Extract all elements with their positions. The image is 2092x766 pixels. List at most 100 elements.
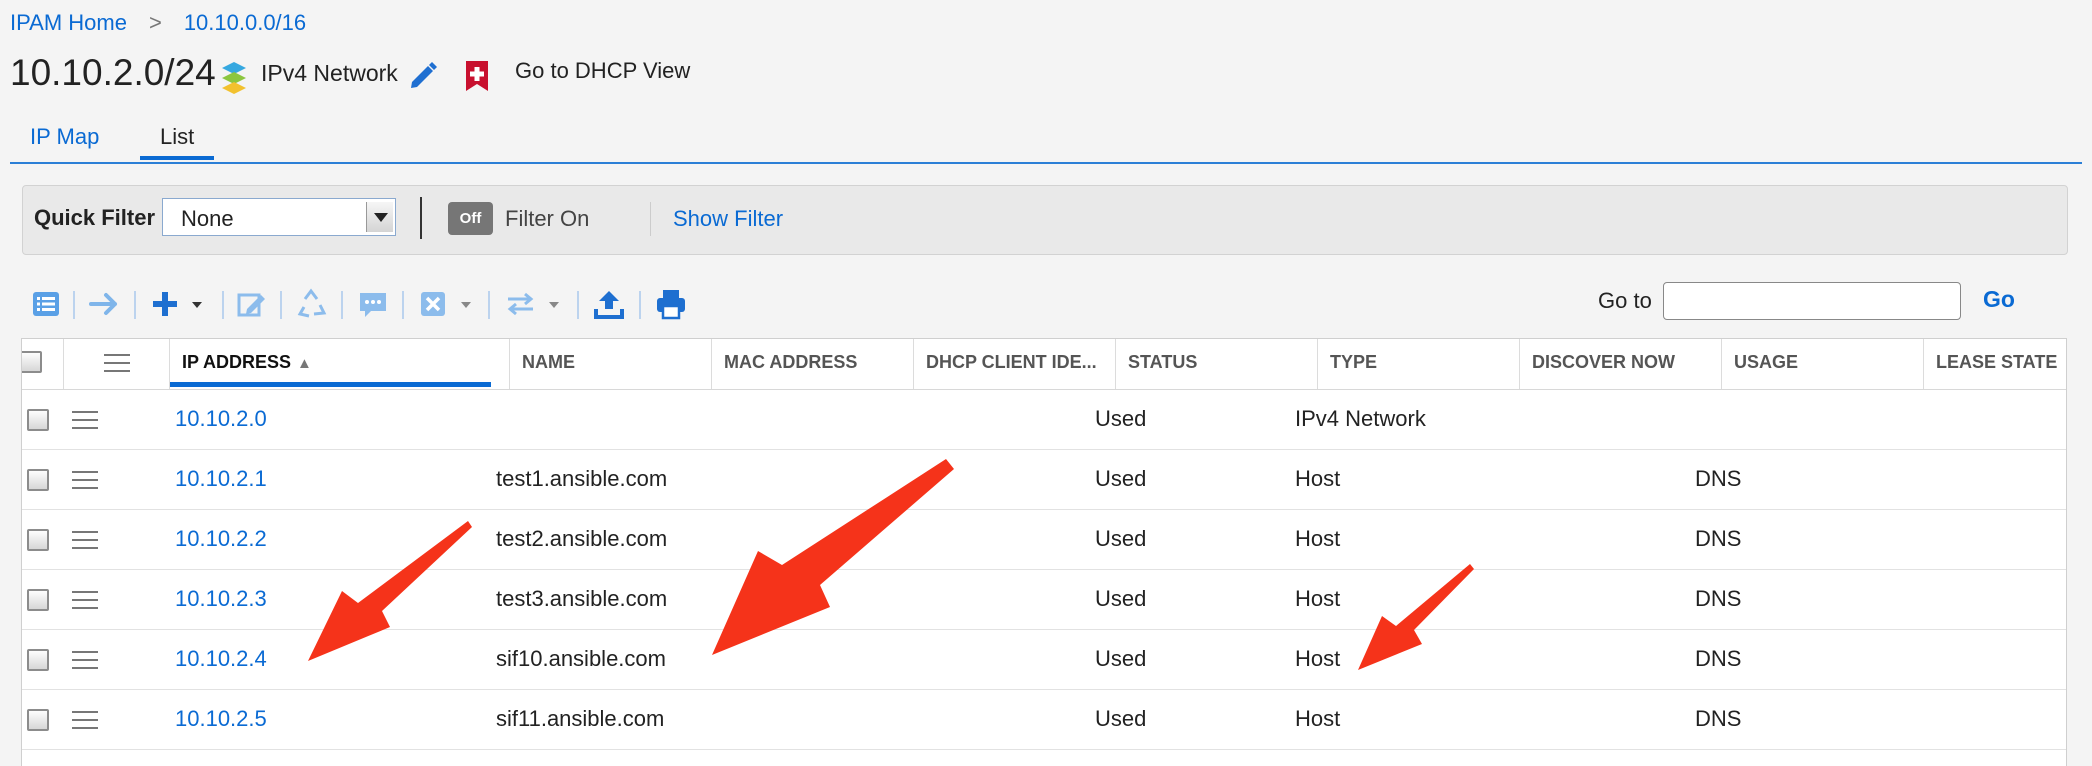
active-tab-indicator (140, 156, 214, 160)
network-type-label: IPv4 Network (261, 60, 398, 86)
select-all-checkbox[interactable] (22, 351, 42, 373)
row-checkbox[interactable] (27, 649, 49, 671)
page-title: 10.10.2.0/24 (10, 52, 216, 93)
edit-pencil-icon[interactable] (406, 58, 440, 92)
name-cell: sif10.ansible.com (496, 646, 666, 671)
status-cell: Used (1095, 526, 1147, 551)
column-header-lease-state[interactable]: LEASE STATE (1924, 339, 2066, 389)
add-icon[interactable] (150, 287, 206, 321)
column-header-name[interactable]: NAME (510, 339, 712, 389)
status-cell: Used (1095, 586, 1147, 611)
type-cell: Host (1295, 706, 1341, 731)
status-cell: Used (1095, 706, 1147, 731)
quick-filter-label: Quick Filter (34, 205, 156, 230)
row-checkbox[interactable] (27, 709, 49, 731)
dhcp-view-icon[interactable] (463, 59, 491, 93)
arrow-right-icon[interactable] (88, 287, 120, 321)
toolbar-separator (577, 291, 579, 319)
filter-toggle[interactable]: Off (448, 202, 493, 235)
quick-filter-select[interactable]: None (162, 198, 396, 236)
go-button[interactable]: Go (1983, 286, 2015, 313)
ip-address-link[interactable]: 10.10.2.4 (175, 646, 267, 672)
type-cell: Host (1295, 586, 1341, 611)
toolbar-separator (488, 291, 490, 319)
table-row[interactable]: 10.10.2.1 test1.ansible.com Used Host DN… (22, 449, 2066, 510)
ip-address-link[interactable]: 10.10.2.1 (175, 466, 267, 492)
breadcrumb-current-link[interactable]: 10.10.0.0/16 (184, 10, 306, 35)
status-cell: Used (1095, 406, 1147, 431)
goto-label: Go to (1598, 288, 1652, 313)
edit-icon[interactable] (237, 287, 267, 321)
tab-divider (10, 162, 2082, 164)
recycle-icon[interactable] (296, 287, 328, 321)
annotation-arrow-icon (308, 521, 472, 661)
ip-address-link[interactable]: 10.10.2.0 (175, 406, 267, 432)
ip-address-link[interactable]: 10.10.2.3 (175, 586, 267, 612)
breadcrumb-separator: > (148, 10, 162, 35)
row-menu-icon[interactable] (72, 471, 98, 489)
row-checkbox[interactable] (27, 529, 49, 551)
column-header-mac-address[interactable]: MAC ADDRESS (712, 339, 914, 389)
status-cell: Used (1095, 466, 1147, 491)
type-cell: Host (1295, 466, 1341, 491)
ip-address-link[interactable]: 10.10.2.5 (175, 706, 267, 732)
transfer-icon[interactable] (505, 287, 565, 321)
list-icon[interactable] (32, 287, 60, 321)
tab-ip-map[interactable]: IP Map (30, 124, 99, 150)
row-menu-icon[interactable] (72, 591, 98, 609)
sort-ascending-icon: ▲ (297, 355, 312, 372)
comment-icon[interactable] (357, 287, 389, 321)
annotation-arrow-icon (1358, 564, 1474, 670)
annotation-arrow-icon (712, 459, 954, 655)
name-cell: test2.ansible.com (496, 526, 668, 551)
chevron-down-icon[interactable] (366, 202, 393, 232)
row-menu-icon[interactable] (72, 711, 98, 729)
column-header-dhcp-client-id[interactable]: DHCP CLIENT IDE... (914, 339, 1116, 389)
show-filter-link[interactable]: Show Filter (673, 206, 783, 232)
type-cell: Host (1295, 646, 1341, 671)
table-row[interactable]: 10.10.2.5 sif11.ansible.com Used Host DN… (22, 689, 2066, 750)
filter-divider-2 (650, 202, 651, 236)
print-icon[interactable] (656, 287, 686, 321)
table-header: IP ADDRESS ▲ NAME MAC ADDRESS DHCP CLIENT… (22, 339, 2066, 390)
row-checkbox[interactable] (27, 469, 49, 491)
ip-address-link[interactable]: 10.10.2.2 (175, 526, 267, 552)
status-cell: Used (1095, 646, 1147, 671)
column-header-usage[interactable]: USAGE (1722, 339, 1924, 389)
row-checkbox[interactable] (27, 589, 49, 611)
row-menu-icon[interactable] (72, 531, 98, 549)
row-checkbox[interactable] (27, 409, 49, 431)
quick-filter-value: None (181, 206, 234, 231)
toolbar-separator (341, 291, 343, 319)
go-to-dhcp-view-link[interactable]: Go to DHCP View (515, 58, 690, 84)
filter-divider (420, 197, 422, 239)
delete-icon[interactable] (419, 287, 475, 321)
name-cell: sif11.ansible.com (496, 706, 665, 731)
name-cell: test3.ansible.com (496, 586, 668, 611)
toolbar-separator (134, 291, 136, 319)
upload-icon[interactable] (593, 287, 625, 321)
column-menu-icon[interactable] (104, 354, 130, 372)
goto-input[interactable] (1663, 282, 1961, 320)
column-header-status[interactable]: STATUS (1116, 339, 1318, 389)
usage-cell: DNS (1695, 586, 1742, 611)
header-menu-cell (64, 339, 170, 389)
row-menu-icon[interactable] (72, 411, 98, 429)
column-header-type[interactable]: TYPE (1318, 339, 1520, 389)
tab-list[interactable]: List (160, 124, 194, 150)
toolbar-separator (639, 291, 641, 319)
type-cell: IPv4 Network (1295, 406, 1426, 431)
usage-cell: DNS (1695, 466, 1742, 491)
row-menu-icon[interactable] (72, 651, 98, 669)
toolbar-separator (402, 291, 404, 319)
toolbar-separator (222, 291, 224, 319)
usage-cell: DNS (1695, 706, 1742, 731)
breadcrumb-home-link[interactable]: IPAM Home (10, 10, 127, 35)
column-header-discover-now[interactable]: DISCOVER NOW (1520, 339, 1722, 389)
usage-cell: DNS (1695, 526, 1742, 551)
type-cell: Host (1295, 526, 1341, 551)
table-row[interactable]: 10.10.2.0 Used IPv4 Network (22, 389, 2066, 450)
usage-cell: DNS (1695, 646, 1742, 671)
sort-column-indicator (170, 382, 491, 387)
toolbar-separator (280, 291, 282, 319)
